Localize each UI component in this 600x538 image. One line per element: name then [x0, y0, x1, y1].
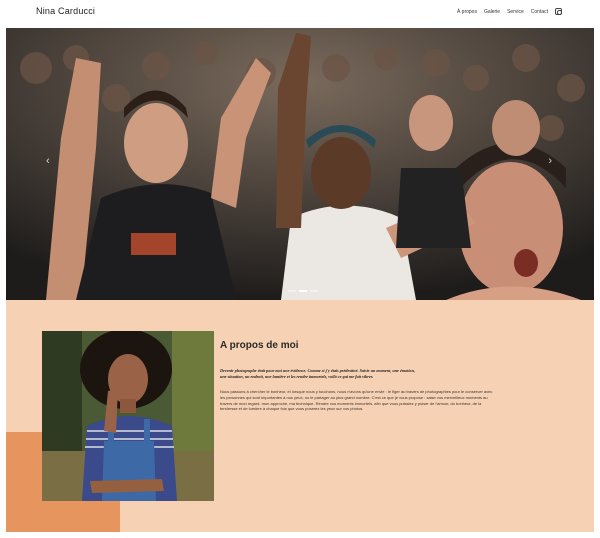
carousel-prev-icon[interactable]: ‹: [46, 156, 50, 167]
nav-link-galerie[interactable]: Galerie: [484, 9, 500, 15]
carousel-next-icon[interactable]: ›: [548, 156, 552, 167]
carousel-indicators: [288, 290, 318, 292]
instagram-icon[interactable]: [555, 8, 562, 15]
nav-link-service[interactable]: Service: [507, 9, 524, 15]
portrait-photo: [42, 331, 214, 501]
carousel-indicator[interactable]: [310, 290, 318, 292]
carousel-indicator[interactable]: [288, 290, 296, 292]
nav-link-contact[interactable]: Contact: [531, 9, 548, 15]
carousel-indicator-active[interactable]: [299, 290, 307, 292]
brand-name[interactable]: Nina Carducci: [36, 6, 95, 16]
main-nav: À propos Galerie Service Contact: [457, 8, 562, 15]
site-header: Nina Carducci À propos Galerie Service C…: [0, 0, 600, 28]
hero-carousel: ‹ ›: [6, 28, 594, 300]
about-quote: Devenir photographe était pour moi une é…: [220, 368, 415, 379]
about-title: A propos de moi: [220, 340, 299, 351]
concert-crowd-photo: [6, 28, 594, 300]
about-body: Nous passons à chercher le bonheur, et l…: [220, 389, 493, 412]
nav-link-a-propos[interactable]: À propos: [457, 9, 477, 15]
